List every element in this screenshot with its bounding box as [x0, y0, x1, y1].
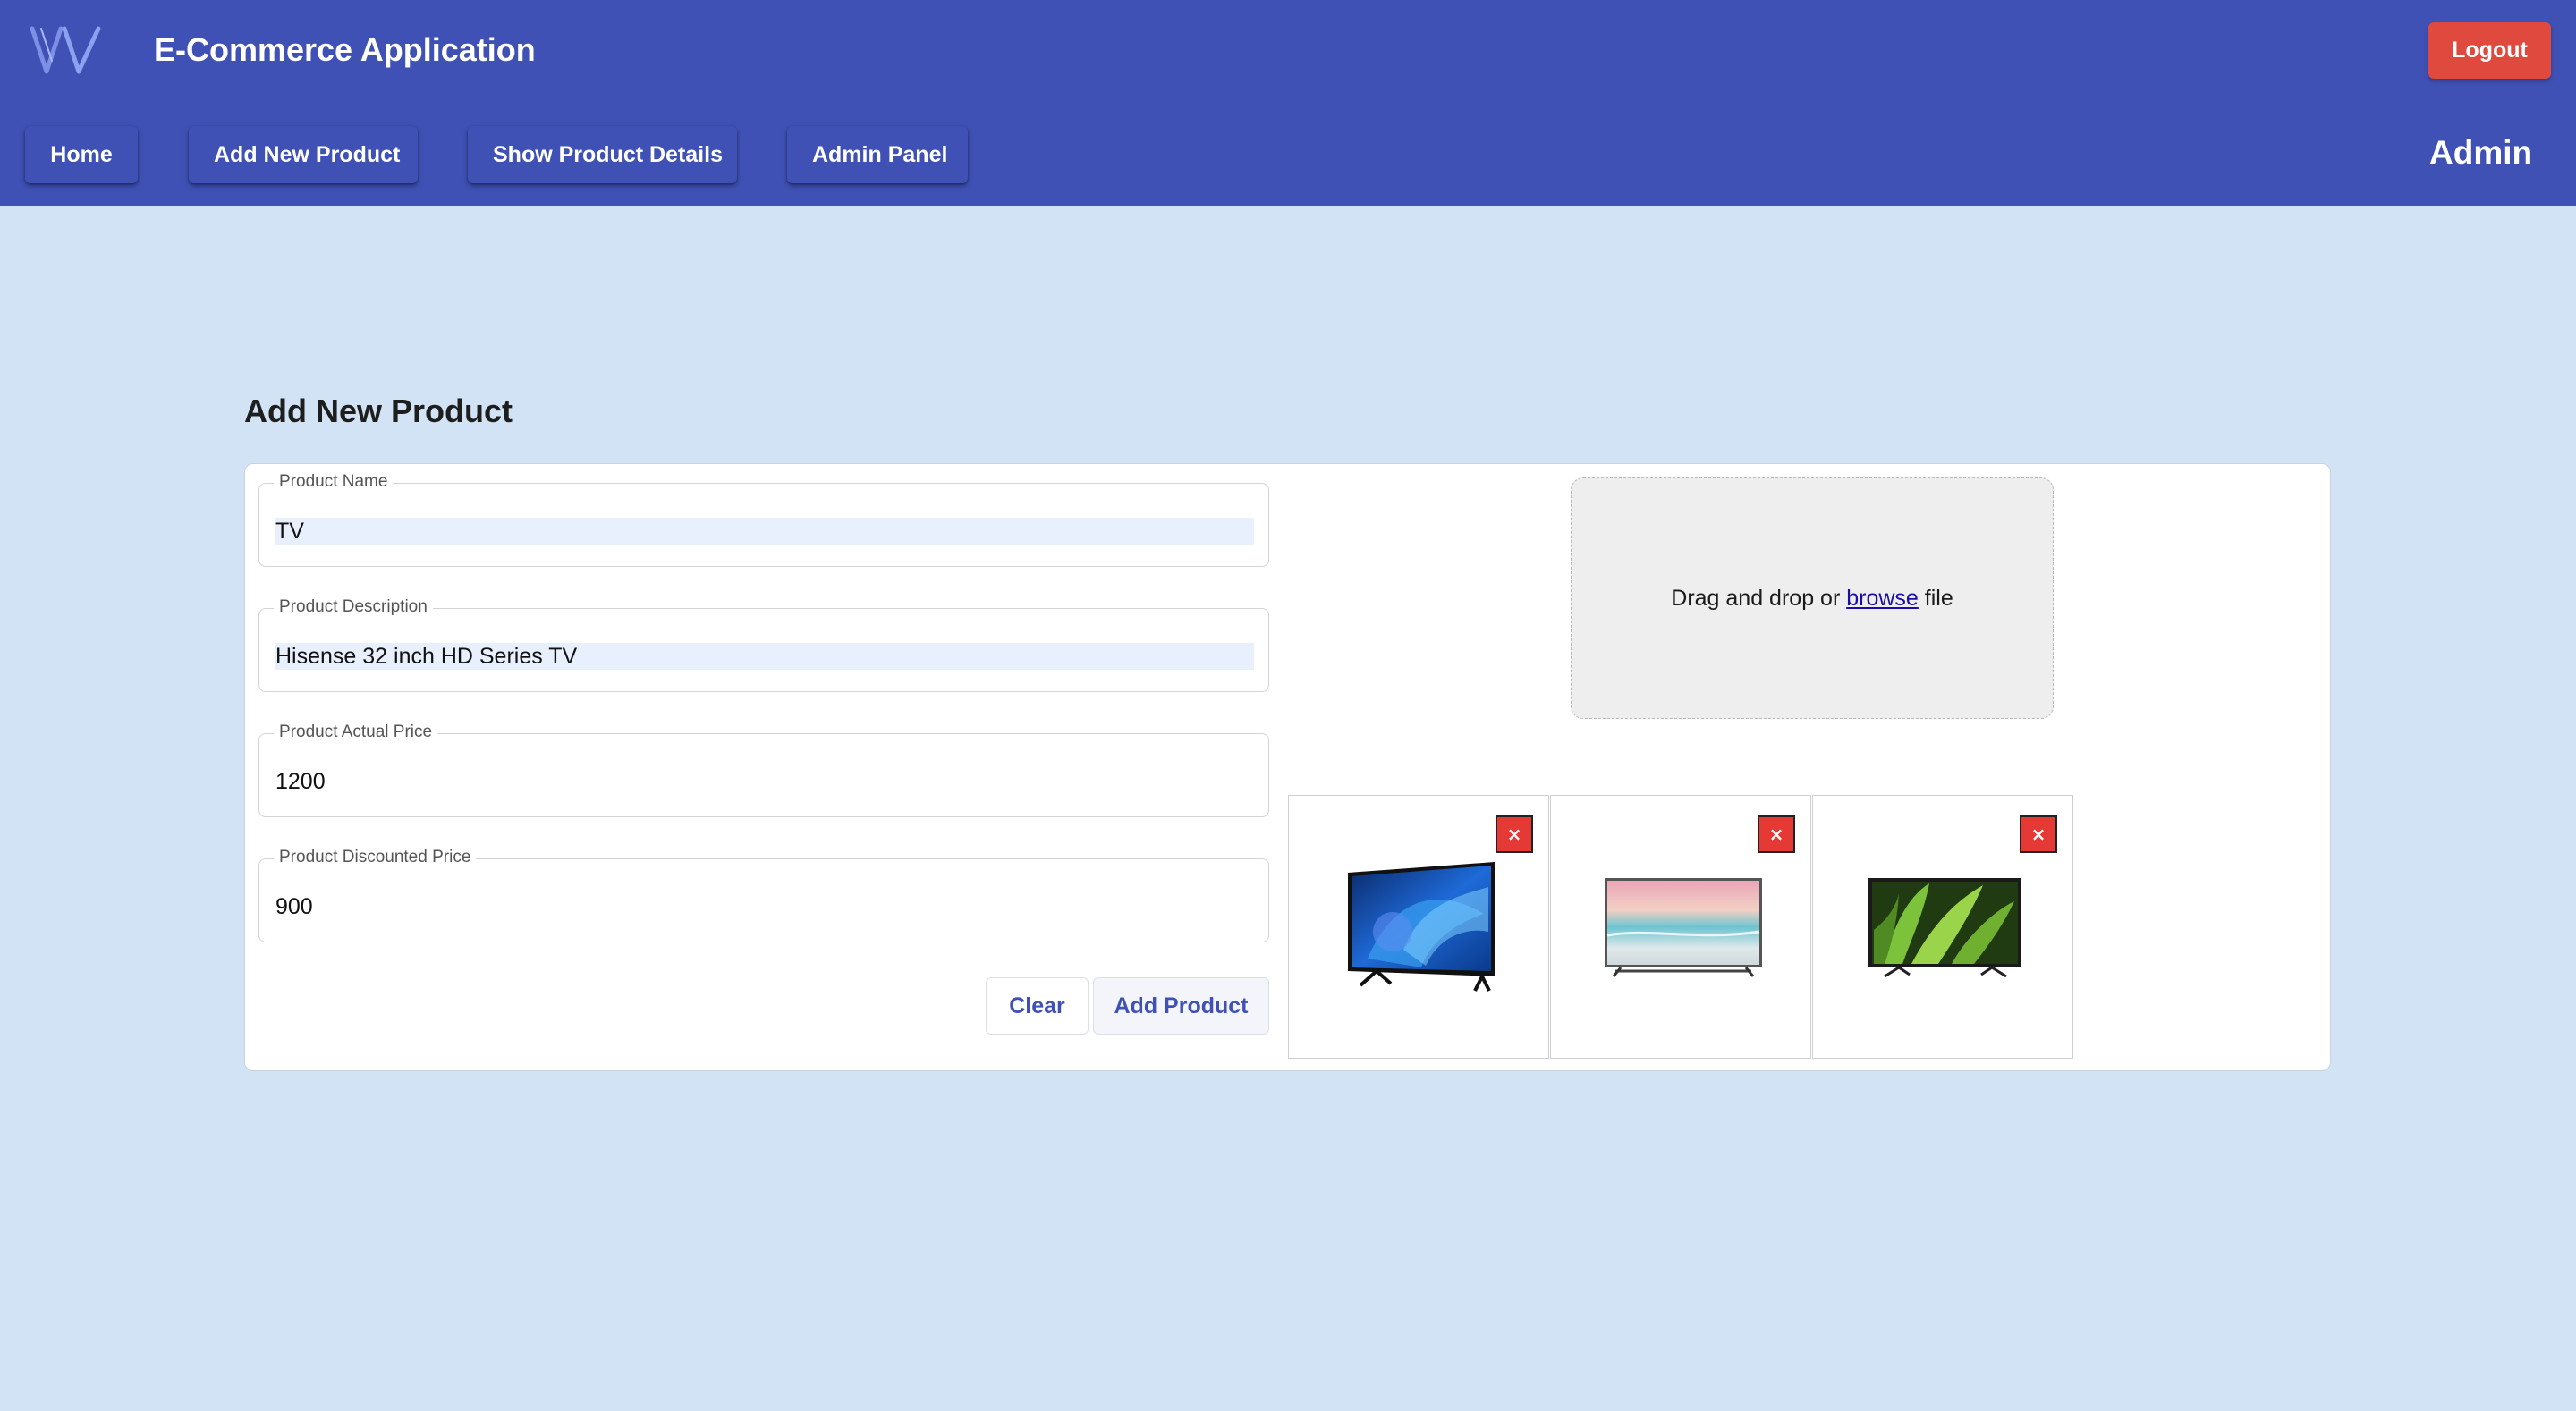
product-actual-price-field: Product Actual Price: [258, 722, 1269, 817]
tv-image-beach: [1605, 878, 1762, 977]
nav-show-product-details-button[interactable]: Show Product Details: [468, 126, 737, 183]
image-dropzone[interactable]: Drag and drop or browse file: [1571, 477, 2054, 719]
app-header: E-Commerce Application Logout Home Add N…: [0, 0, 2576, 206]
remove-image-button[interactable]: ×: [1496, 815, 1533, 853]
page-title: Add New Product: [244, 393, 513, 429]
vv-logo-icon: [30, 26, 101, 74]
tv-image-green-leaves: [1868, 878, 2021, 978]
clear-button[interactable]: Clear: [986, 977, 1089, 1035]
logout-button[interactable]: Logout: [2428, 22, 2551, 79]
product-discounted-price-input[interactable]: [275, 893, 1254, 920]
tv-image-blue-waves: [1348, 862, 1495, 992]
product-name-field: Product Name: [258, 471, 1269, 567]
product-discounted-price-field: Product Discounted Price: [258, 847, 1269, 942]
product-discounted-price-label: Product Discounted Price: [274, 847, 477, 868]
remove-image-button[interactable]: ×: [2020, 815, 2057, 853]
dropzone-text-after: file: [1918, 586, 1953, 611]
nav-add-new-product-button[interactable]: Add New Product: [189, 126, 418, 183]
product-description-label: Product Description: [274, 596, 433, 618]
app-title: E-Commerce Application: [154, 31, 536, 68]
nav-home-button[interactable]: Home: [25, 126, 138, 183]
nav-admin-panel-button[interactable]: Admin Panel: [787, 126, 968, 183]
dropzone-text: Drag and drop or browse file: [1572, 584, 2053, 613]
product-name-input[interactable]: [275, 518, 1254, 545]
add-product-button[interactable]: Add Product: [1093, 977, 1269, 1035]
product-description-field: Product Description: [258, 596, 1269, 692]
browse-link[interactable]: browse: [1846, 586, 1919, 611]
product-name-label: Product Name: [274, 471, 394, 493]
remove-image-button[interactable]: ×: [1758, 815, 1795, 853]
user-role-label: Admin: [2429, 134, 2533, 171]
product-image-thumbnail: ×: [1550, 795, 1811, 1059]
product-actual-price-input[interactable]: [275, 768, 1254, 795]
product-actual-price-label: Product Actual Price: [274, 722, 438, 743]
product-image-thumbnail: ×: [1812, 795, 2073, 1059]
product-image-thumbnail: ×: [1288, 795, 1549, 1059]
product-description-input[interactable]: [275, 643, 1254, 670]
dropzone-text-before: Drag and drop or: [1671, 586, 1847, 611]
